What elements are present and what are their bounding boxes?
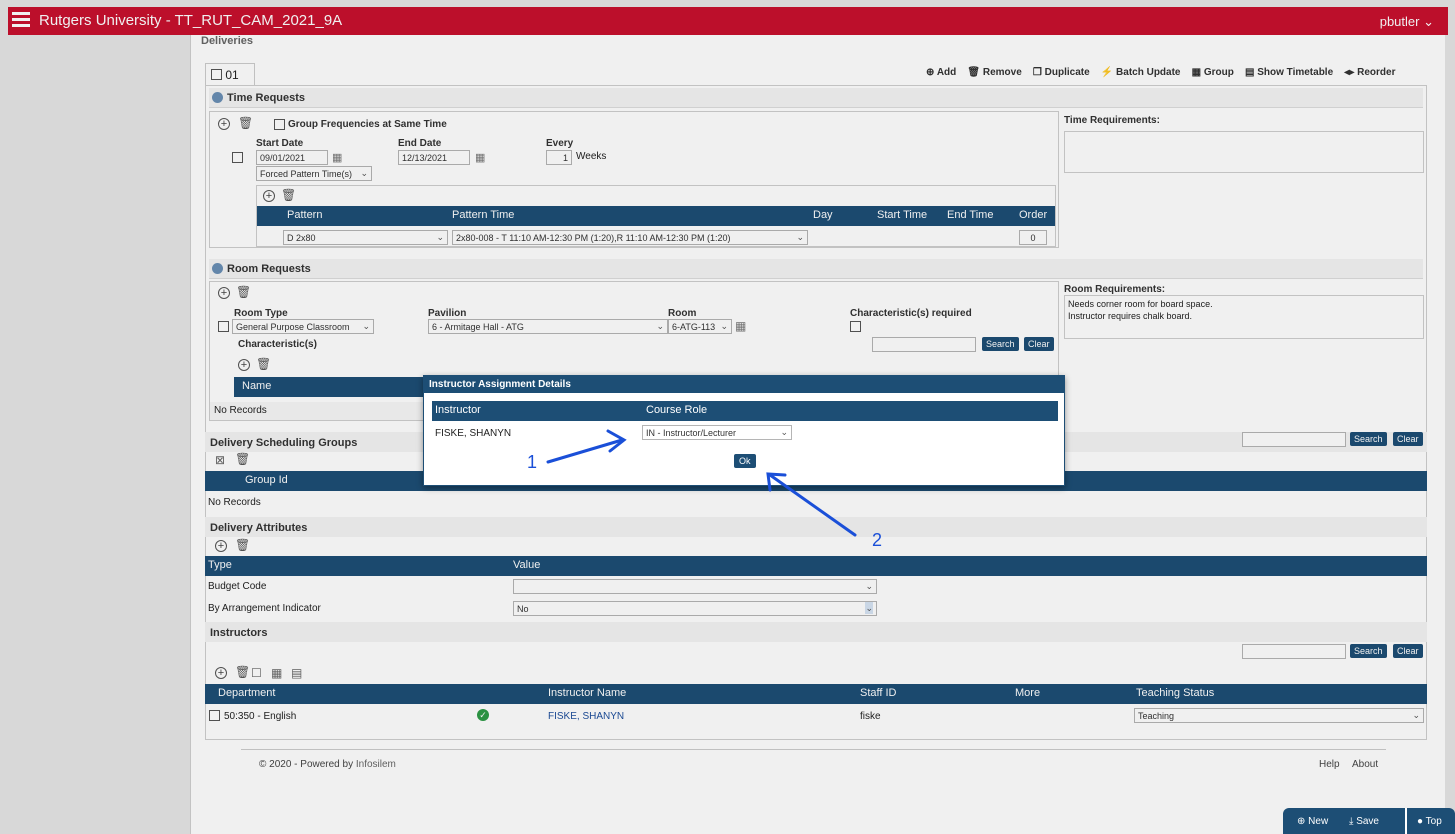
- annotation-label-2: 2: [872, 530, 883, 550]
- arrow-2-line: [768, 473, 857, 537]
- save-button[interactable]: ⤓ Save: [1349, 816, 1379, 827]
- top-button[interactable]: ● Top: [1417, 816, 1442, 827]
- annotation-arrows: [546, 429, 857, 537]
- new-button[interactable]: ⊕ New: [1297, 816, 1328, 827]
- bar-divider: [1405, 808, 1407, 834]
- bottom-action-bar: ⊕ New ⤓ Save ● Top: [1283, 808, 1455, 834]
- annotation-label-1: 1: [527, 452, 538, 472]
- download-icon: ⤓: [1349, 816, 1354, 827]
